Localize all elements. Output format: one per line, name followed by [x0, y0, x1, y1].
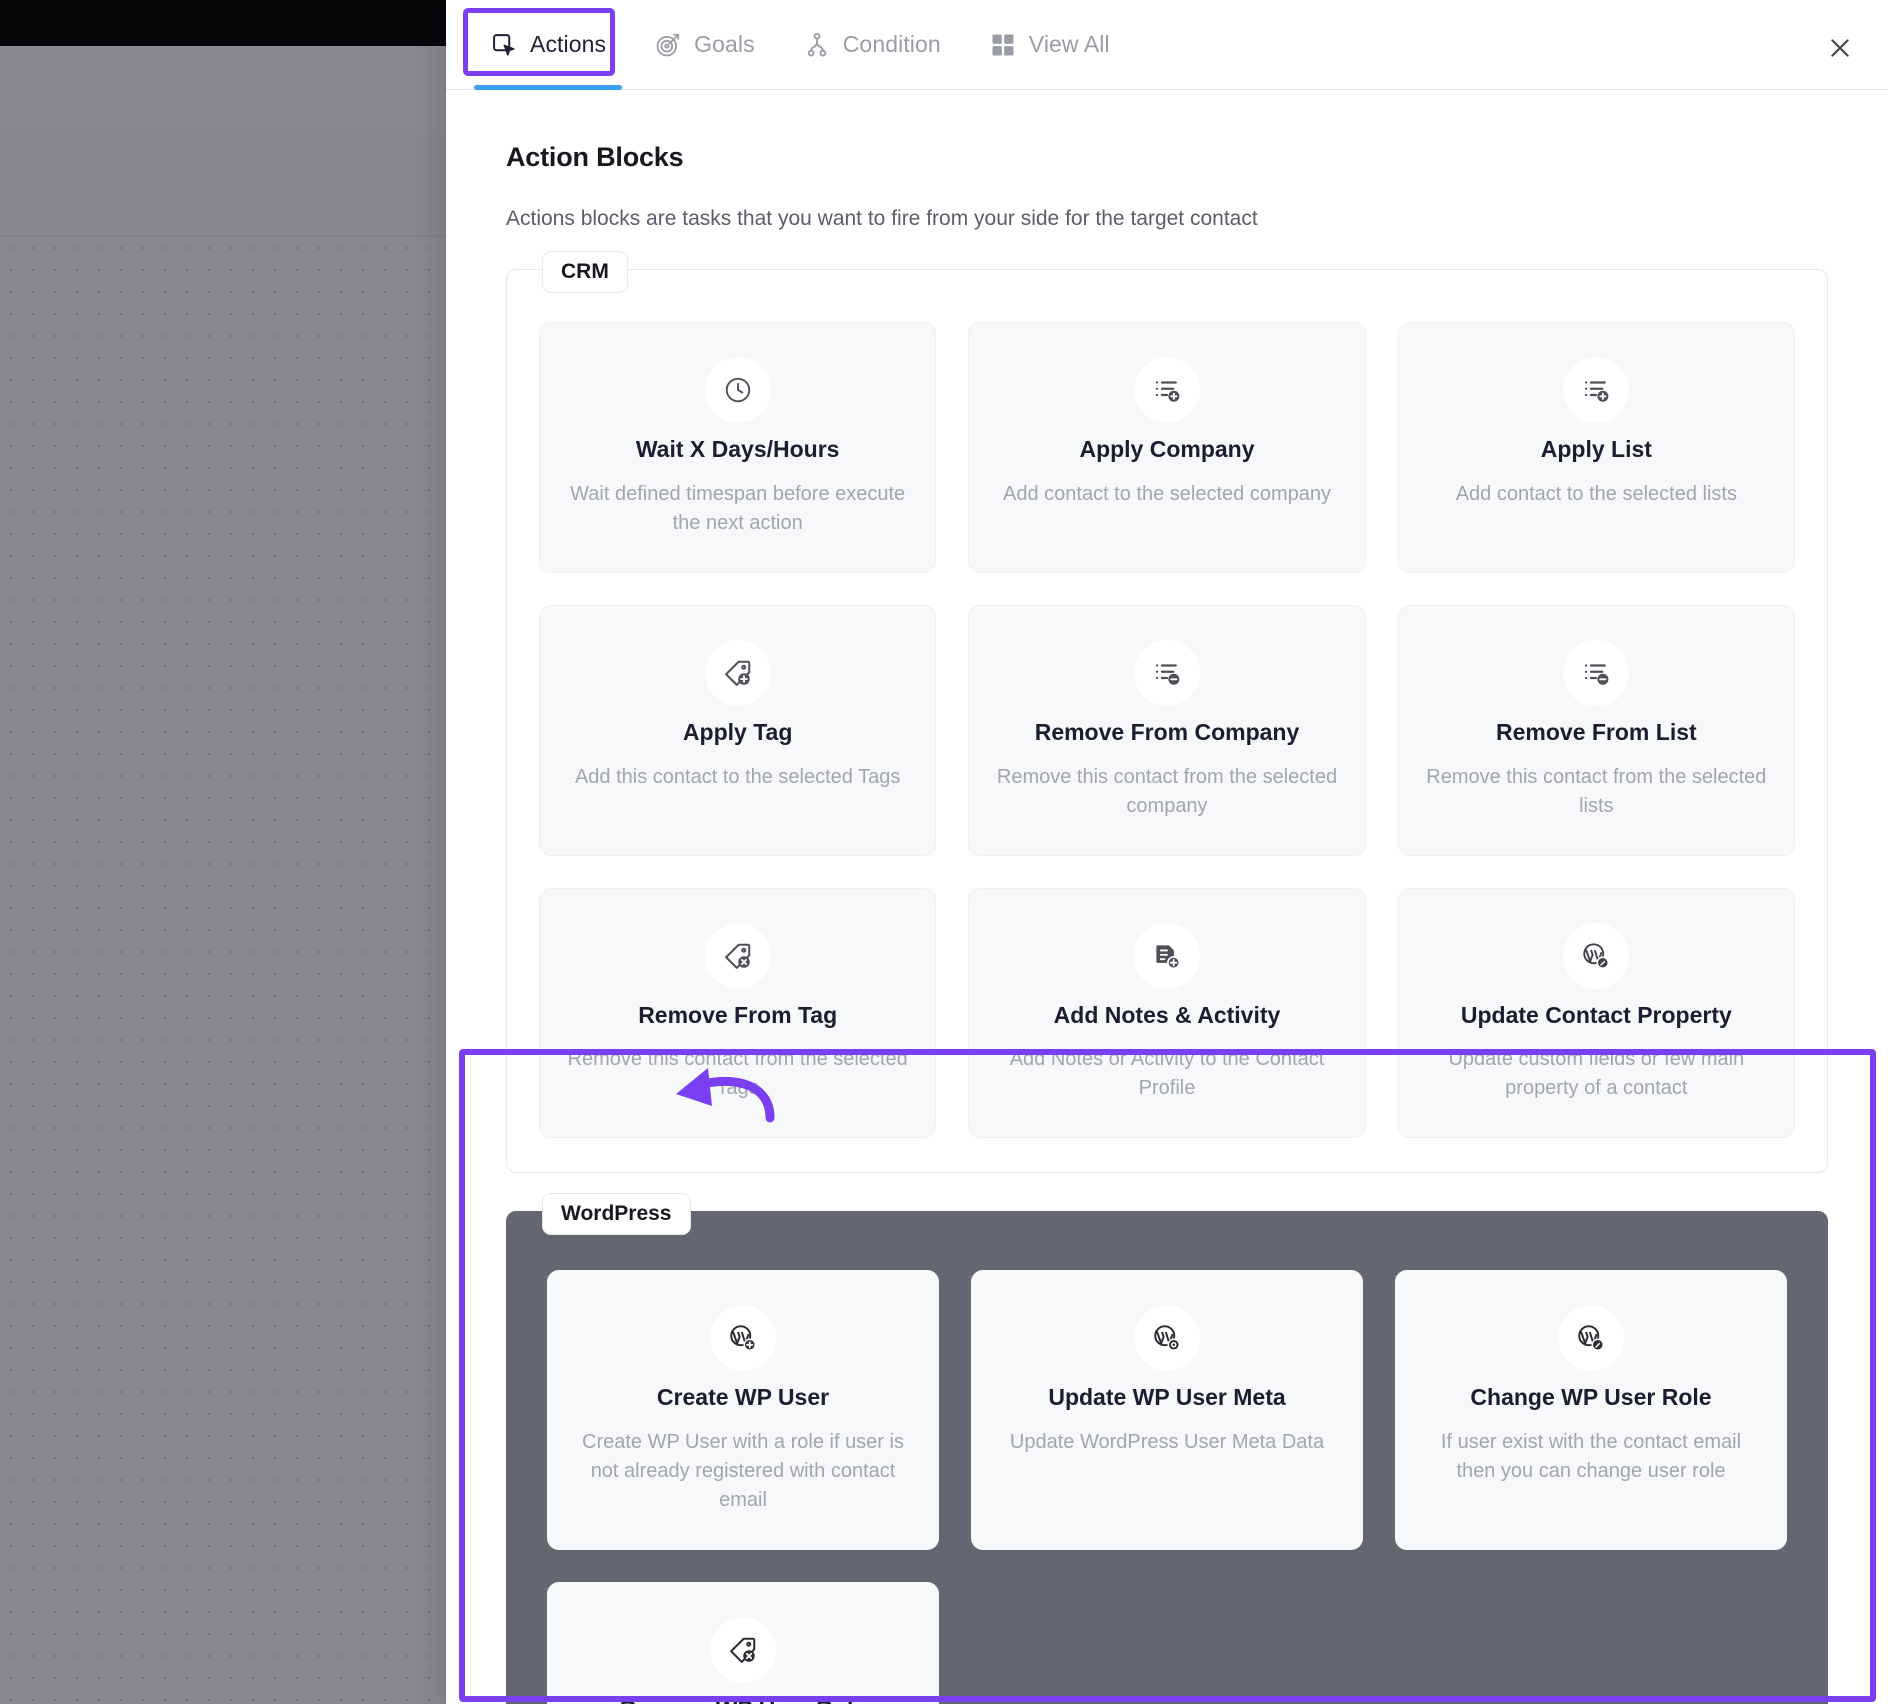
tab-condition[interactable]: Condition [779, 0, 965, 90]
list-minus-icon [1563, 639, 1630, 706]
group-crm: CRM Wait X Days/Hours Wait defined times… [506, 251, 1828, 1174]
wordpress-gear-icon [1134, 1305, 1200, 1372]
grid-squares-icon [989, 31, 1017, 59]
card-title: Apply Tag [682, 718, 793, 745]
tag-plus-icon [704, 639, 771, 706]
list-plus-icon [1563, 357, 1630, 423]
card-update-wp-user-meta[interactable]: Update WP User Meta Update WordPress Use… [971, 1270, 1363, 1550]
card-desc: Add Notes or Activity to the Contact Pro… [1009, 1048, 1325, 1100]
tab-goals[interactable]: Goals [630, 0, 779, 90]
card-wait-x-days-hours[interactable]: Wait X Days/Hours Wait defined timespan … [539, 322, 937, 573]
card-title: Apply Company [1079, 436, 1255, 462]
card-title: Remove From Tag [638, 1001, 838, 1028]
background-subheader [0, 131, 452, 237]
card-title: Create WP User [656, 1384, 830, 1411]
tab-condition-label: Condition [842, 31, 941, 57]
card-remove-from-list[interactable]: Remove From List Remove this contact fro… [1397, 604, 1795, 856]
card-title: Remove From List [1496, 718, 1697, 745]
wordpress-plus-icon [710, 1305, 776, 1372]
card-title: Add Notes & Activity [1053, 1001, 1281, 1028]
cursor-square-icon [490, 31, 518, 59]
modal-body: Action Blocks Actions blocks are tasks t… [446, 90, 1888, 1704]
wordpress-card-grid: Create WP User Create WP User with a rol… [547, 1270, 1787, 1704]
card-desc: Update custom fields or few main propert… [1448, 1048, 1745, 1100]
card-title: Update WP User Meta [1048, 1384, 1286, 1411]
wordpress-edit-icon [1558, 1305, 1624, 1372]
action-blocks-modal: Actions Goals Condition View All Action … [446, 0, 1888, 1704]
card-desc: Remove this contact from the selected co… [996, 765, 1338, 817]
group-wordpress-label: WordPress [542, 1193, 691, 1236]
card-remove-from-tag[interactable]: Remove From Tag Remove this contact from… [539, 887, 937, 1139]
wordpress-edit-icon [1563, 922, 1630, 989]
card-apply-company[interactable]: Apply Company Add contact to the selecte… [968, 322, 1366, 573]
close-icon[interactable] [1818, 26, 1862, 70]
background-header [0, 46, 452, 131]
page-subtitle: Actions blocks are tasks that you want t… [506, 207, 1258, 230]
list-minus-icon [1133, 639, 1200, 706]
modal-tabbar: Actions Goals Condition View All [446, 0, 1888, 90]
screen: Actions Goals Condition View All Action … [0, 0, 1888, 1704]
target-icon [654, 31, 682, 59]
card-remove-wp-user-role[interactable]: Remove WP User Role Remove the Selected … [547, 1582, 939, 1704]
crm-card-grid: Wait X Days/Hours Wait defined timespan … [539, 322, 1795, 1139]
card-desc: Remove this contact from the selected Ta… [567, 1048, 908, 1100]
tag-x-icon [704, 922, 771, 989]
git-branch-icon [803, 31, 831, 59]
page-title: Action Blocks [506, 142, 684, 172]
card-desc: Remove this contact from the selected li… [1426, 765, 1767, 817]
card-apply-tag[interactable]: Apply Tag Add this contact to the select… [539, 604, 937, 856]
tab-actions-label: Actions [530, 31, 607, 57]
tab-actions[interactable]: Actions [466, 0, 630, 90]
card-title: Change WP User Role [1470, 1384, 1712, 1411]
card-add-notes-activity[interactable]: Add Notes & Activity Add Notes or Activi… [968, 887, 1366, 1139]
clock-icon [704, 357, 771, 423]
card-desc: Add contact to the selected lists [1455, 482, 1737, 505]
card-desc: Create WP User with a role if user is no… [582, 1431, 904, 1511]
card-desc: If user exist with the contact email the… [1440, 1431, 1742, 1482]
card-title: Remove WP User Role [620, 1695, 866, 1704]
card-remove-from-company[interactable]: Remove From Company Remove this contact … [968, 604, 1366, 856]
card-title: Update Contact Property [1460, 1001, 1732, 1028]
group-crm-frame: Wait X Days/Hours Wait defined timespan … [506, 269, 1828, 1174]
card-change-wp-user-role[interactable]: Change WP User Role If user exist with t… [1395, 1270, 1787, 1550]
tab-view-all[interactable]: View All [965, 0, 1134, 90]
card-apply-list[interactable]: Apply List Add contact to the selected l… [1397, 322, 1795, 573]
tab-goals-label: Goals [694, 31, 755, 57]
card-desc: Wait defined timespan before execute the… [570, 482, 906, 534]
card-title: Wait X Days/Hours [635, 436, 840, 462]
background-canvas [0, 0, 452, 1704]
card-desc: Add contact to the selected company [1003, 482, 1331, 505]
card-title: Remove From Company [1034, 718, 1300, 745]
group-crm-label: CRM [542, 251, 628, 293]
card-create-wp-user[interactable]: Create WP User Create WP User with a rol… [547, 1270, 939, 1550]
card-desc: Update WordPress User Meta Data [1009, 1431, 1325, 1453]
note-plus-icon [1133, 922, 1200, 989]
canvas-dot-grid [0, 237, 452, 1704]
card-update-contact-property[interactable]: Update Contact Property Update custom fi… [1397, 887, 1795, 1139]
group-wordpress-frame: Create WP User Create WP User with a rol… [506, 1211, 1828, 1704]
card-desc: Add this contact to the selected Tags [574, 765, 901, 788]
tag-x-icon [710, 1617, 776, 1683]
tab-view-all-label: View All [1028, 31, 1110, 57]
list-plus-icon [1133, 357, 1200, 423]
card-title: Apply List [1540, 436, 1652, 462]
wp-admin-bar [0, 0, 452, 46]
group-wordpress: WordPress Create WP User Create WP User … [506, 1193, 1828, 1704]
